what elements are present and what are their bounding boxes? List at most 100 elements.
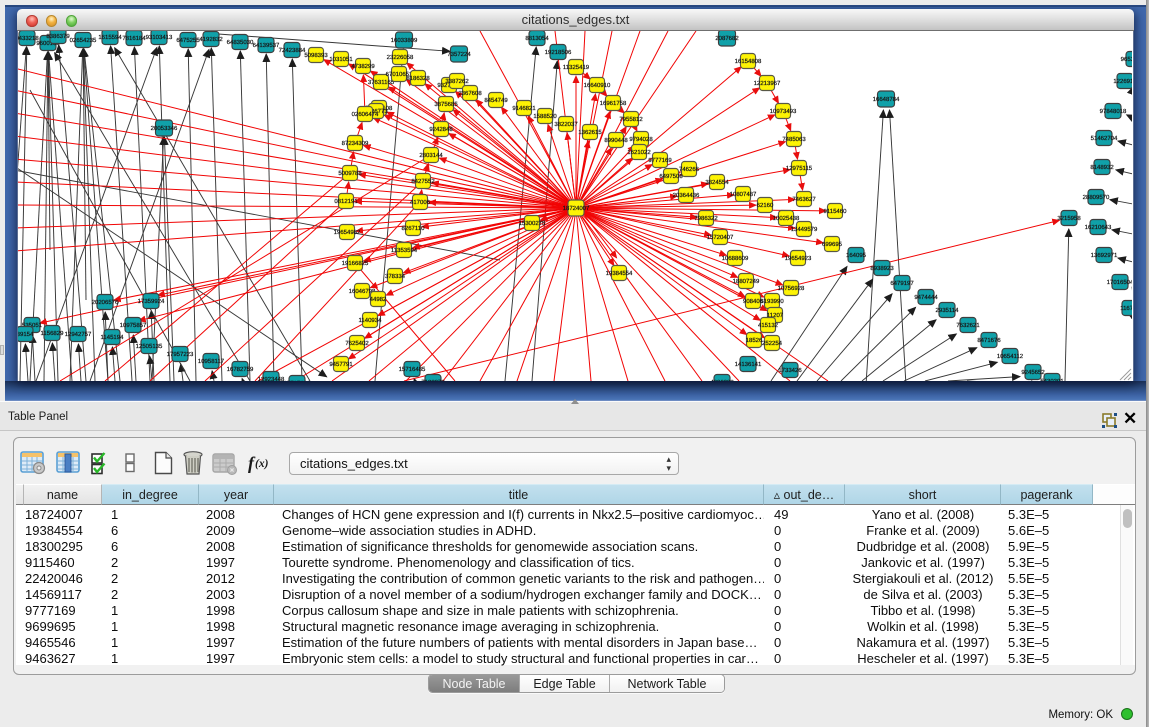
svg-text:2367608: 2367608 <box>458 90 482 97</box>
svg-text:4738299: 4738299 <box>351 63 375 70</box>
svg-text:6497508: 6497508 <box>659 173 683 180</box>
svg-text:2803144: 2803144 <box>419 152 443 159</box>
svg-text:10025438: 10025438 <box>773 215 800 222</box>
svg-text:8386379: 8386379 <box>46 33 70 40</box>
svg-text:0812191: 0812191 <box>334 198 358 205</box>
svg-text:20206576: 20206576 <box>92 299 119 306</box>
svg-text:9242848: 9242848 <box>429 126 453 133</box>
svg-text:19654923: 19654923 <box>785 255 812 262</box>
svg-text:10807487: 10807487 <box>730 191 757 198</box>
svg-text:10973493: 10973493 <box>770 108 797 115</box>
svg-text:5430391: 5430391 <box>1040 378 1064 381</box>
svg-text:12942757: 12942757 <box>65 331 92 338</box>
svg-text:8186328: 8186328 <box>406 75 430 82</box>
svg-text:7182278: 7182278 <box>421 379 445 381</box>
svg-text:19654982: 19654982 <box>334 229 361 236</box>
svg-text:378334: 378334 <box>385 273 406 280</box>
svg-text:6193990: 6193990 <box>760 298 784 305</box>
svg-text:72423884: 72423884 <box>279 47 306 54</box>
svg-text:6475255: 6475255 <box>176 37 200 44</box>
svg-text:16648784: 16648784 <box>873 96 900 103</box>
svg-text:37631165: 37631165 <box>368 79 395 86</box>
svg-text:164095: 164095 <box>846 252 867 259</box>
svg-text:39154: 39154 <box>18 331 34 338</box>
svg-text:17359924: 17359924 <box>138 298 165 305</box>
svg-text:16782759: 16782759 <box>227 366 254 373</box>
svg-text:65787133: 65787133 <box>284 380 311 381</box>
svg-text:9474444: 9474444 <box>914 294 938 301</box>
svg-text:23226058: 23226058 <box>387 54 414 61</box>
svg-text:1615594: 1615594 <box>98 34 122 41</box>
svg-text:8148932: 8148932 <box>1090 164 1114 171</box>
svg-text:7357224: 7357224 <box>447 51 471 58</box>
svg-text:10688609: 10688609 <box>722 255 749 262</box>
svg-text:2935114: 2935114 <box>936 307 960 314</box>
svg-text:19218506: 19218506 <box>545 49 572 56</box>
svg-text:12975115: 12975115 <box>786 165 813 172</box>
svg-text:1145194: 1145194 <box>101 334 125 341</box>
svg-text:62160: 62160 <box>757 202 774 209</box>
svg-text:8267110: 8267110 <box>402 225 426 232</box>
svg-text:87234309: 87234309 <box>342 140 369 147</box>
svg-text:699695: 699695 <box>822 241 843 248</box>
svg-text:6479197: 6479197 <box>890 280 914 287</box>
svg-text:18807249: 18807249 <box>733 278 760 285</box>
svg-text:11353594: 11353594 <box>391 247 418 254</box>
svg-text:18526: 18526 <box>746 337 763 344</box>
svg-text:20053346: 20053346 <box>151 125 178 132</box>
svg-text:1226916: 1226916 <box>1113 78 1132 85</box>
svg-text:3824554: 3824554 <box>705 179 729 186</box>
svg-text:17016504: 17016504 <box>1107 279 1132 286</box>
svg-text:16961758: 16961758 <box>600 100 627 107</box>
svg-text:8990448: 8990448 <box>604 137 628 144</box>
svg-text:16033809: 16033809 <box>391 37 418 44</box>
svg-text:14136141: 14136141 <box>735 361 762 368</box>
svg-text:19166825: 19166825 <box>342 260 369 267</box>
svg-text:8813054: 8813054 <box>525 35 549 42</box>
svg-text:(x): (x) <box>255 458 269 470</box>
svg-text:12213967: 12213967 <box>754 80 781 87</box>
svg-text:7986322: 7986322 <box>694 215 718 222</box>
svg-text:4896383: 4896383 <box>710 379 734 381</box>
svg-text:1362615: 1362615 <box>578 129 602 136</box>
svg-text:10975857: 10975857 <box>120 322 147 329</box>
svg-text:7955812: 7955812 <box>619 116 643 123</box>
svg-text:16154808: 16154808 <box>735 58 762 65</box>
svg-text:9146821: 9146821 <box>512 105 536 112</box>
svg-text:3875685: 3875685 <box>434 101 458 108</box>
svg-text:13692971: 13692971 <box>1091 252 1118 259</box>
svg-text:17957223: 17957223 <box>167 351 194 358</box>
svg-text:415132: 415132 <box>758 322 779 329</box>
svg-text:19384554: 19384554 <box>606 270 633 277</box>
svg-text:10654112: 10654112 <box>997 353 1024 360</box>
svg-text:64139537: 64139537 <box>253 42 280 49</box>
svg-text:15716485: 15716485 <box>399 366 426 373</box>
svg-text:9245652: 9245652 <box>1021 369 1045 376</box>
svg-text:15300275: 15300275 <box>519 220 546 227</box>
svg-text:4192832: 4192832 <box>199 36 223 43</box>
svg-text:5098393: 5098393 <box>304 52 328 59</box>
svg-text:18724007: 18724007 <box>563 205 590 212</box>
svg-text:1140934: 1140934 <box>359 317 383 324</box>
svg-text:8938923: 8938923 <box>870 265 894 272</box>
svg-text:8454749: 8454749 <box>484 97 508 104</box>
svg-text:2087682: 2087682 <box>715 35 739 42</box>
svg-text:02606474: 02606474 <box>352 111 379 118</box>
svg-text:51462704: 51462704 <box>1091 135 1118 142</box>
svg-text:11325419: 11325419 <box>563 64 590 71</box>
svg-text:5009788: 5009788 <box>338 170 362 177</box>
svg-text:7463627: 7463627 <box>792 196 816 203</box>
svg-text:9457791: 9457791 <box>329 361 353 368</box>
svg-text:96532871: 96532871 <box>1121 56 1132 63</box>
svg-text:9794028: 9794028 <box>629 136 653 143</box>
svg-text:3822037: 3822037 <box>554 121 578 128</box>
svg-text:1621022: 1621022 <box>627 149 651 156</box>
svg-text:9115460: 9115460 <box>824 208 848 215</box>
svg-text:16210643: 16210643 <box>1085 224 1112 231</box>
svg-text:13449579: 13449579 <box>791 226 818 233</box>
svg-text:7632621: 7632621 <box>956 322 980 329</box>
svg-text:12923448: 12923448 <box>258 376 285 381</box>
svg-text:746266: 746266 <box>679 166 700 173</box>
svg-text:8427552: 8427552 <box>411 178 435 185</box>
svg-text:64835030: 64835030 <box>227 39 254 46</box>
